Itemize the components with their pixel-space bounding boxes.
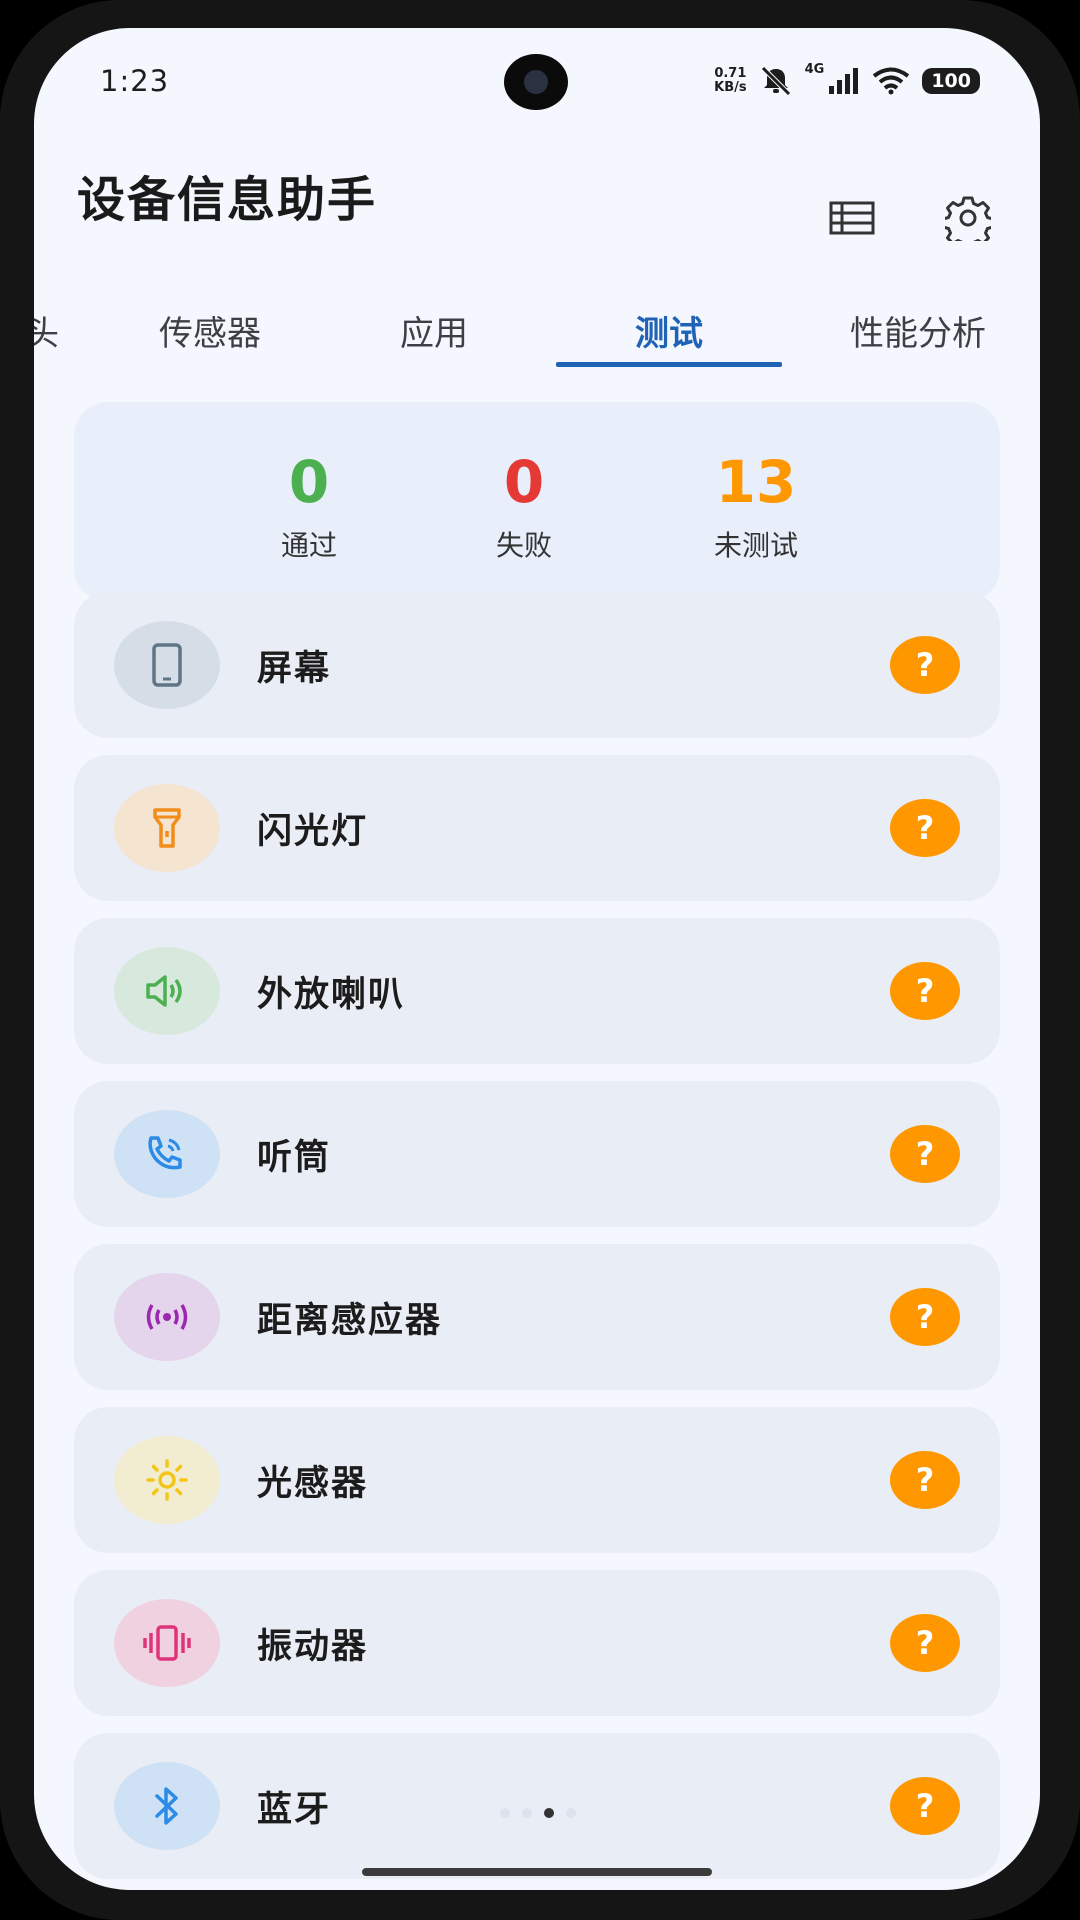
bluetooth-icon bbox=[155, 1787, 178, 1825]
test-label: 屏幕 bbox=[257, 648, 332, 689]
settings-button[interactable] bbox=[938, 188, 998, 248]
status-badge: ? bbox=[890, 799, 960, 857]
page-dot bbox=[522, 1808, 532, 1818]
test-item-vibrator[interactable]: 振动器 ? bbox=[74, 1570, 1000, 1716]
test-icon-circle bbox=[114, 1273, 220, 1361]
passed-count: 0 bbox=[288, 448, 330, 516]
phone-call-icon bbox=[148, 1136, 182, 1170]
status-badge: ? bbox=[890, 1451, 960, 1509]
status-badge: ? bbox=[890, 1614, 960, 1672]
stat-failed: 0 失败 bbox=[424, 452, 624, 564]
phone-icon bbox=[152, 643, 182, 687]
page-dot-active bbox=[544, 1808, 554, 1818]
test-item-flashlight[interactable]: 闪光灯 ? bbox=[74, 755, 1000, 901]
test-icon-circle bbox=[114, 784, 220, 872]
sun-icon bbox=[146, 1459, 188, 1501]
test-item-speaker[interactable]: 外放喇叭 ? bbox=[74, 918, 1000, 1064]
gear-icon bbox=[945, 196, 991, 241]
test-item-earpiece[interactable]: 听筒 ? bbox=[74, 1081, 1000, 1227]
app-title: 设备信息助手 bbox=[77, 172, 378, 228]
vibration-icon bbox=[143, 1625, 191, 1661]
list-icon bbox=[829, 201, 875, 235]
test-icon-circle bbox=[114, 1436, 220, 1524]
tab-indicator bbox=[556, 362, 782, 367]
status-badge: ? bbox=[890, 1288, 960, 1346]
test-icon-circle bbox=[114, 1110, 220, 1198]
home-indicator[interactable] bbox=[362, 1868, 712, 1876]
speaker-icon bbox=[146, 975, 182, 1007]
stat-untested: 13 未测试 bbox=[656, 452, 856, 564]
page-dot bbox=[566, 1808, 576, 1818]
test-item-proximity[interactable]: 距离感应器 ? bbox=[74, 1244, 1000, 1390]
list-view-button[interactable] bbox=[822, 188, 882, 248]
status-icons: 0.71 KB/s 4G 100 bbox=[714, 58, 980, 104]
test-label: 蓝牙 bbox=[257, 1789, 332, 1830]
status-badge: ? bbox=[890, 636, 960, 694]
tab-camera[interactable]: 头 bbox=[34, 300, 72, 360]
test-summary-card: 0 通过 0 失败 13 未测试 bbox=[74, 402, 1000, 602]
battery-indicator: 100 bbox=[922, 68, 980, 94]
untested-count: 13 bbox=[715, 448, 797, 516]
test-label: 距离感应器 bbox=[257, 1300, 443, 1341]
net-speed: 0.71 KB/s bbox=[714, 67, 746, 95]
status-time: 1:23 bbox=[100, 64, 170, 98]
wifi-icon bbox=[872, 67, 910, 95]
failed-label: 失败 bbox=[495, 529, 552, 562]
mute-bell-icon bbox=[759, 66, 793, 96]
net-speed-unit: KB/s bbox=[714, 80, 747, 95]
status-badge: ? bbox=[890, 1777, 960, 1835]
test-icon-circle bbox=[114, 1599, 220, 1687]
test-item-bluetooth[interactable]: 蓝牙 ? bbox=[74, 1733, 1000, 1879]
test-icon-circle bbox=[114, 621, 220, 709]
screen: 1:23 0.71 KB/s 4G 100 设备信息助手 头 传感器 应用 测试… bbox=[34, 28, 1040, 1890]
failed-count: 0 bbox=[503, 448, 545, 516]
tab-sensors[interactable]: 传感器 bbox=[120, 300, 300, 360]
network-type: 4G bbox=[804, 62, 825, 77]
test-label: 听筒 bbox=[257, 1137, 332, 1178]
test-label: 振动器 bbox=[257, 1626, 369, 1667]
tab-apps[interactable]: 应用 bbox=[354, 300, 514, 360]
passed-label: 通过 bbox=[280, 529, 337, 562]
tab-tests[interactable]: 测试 bbox=[556, 300, 782, 360]
front-camera bbox=[504, 54, 568, 110]
tab-bar: 头 传感器 应用 测试 性能分析 bbox=[34, 300, 1040, 370]
test-icon-circle bbox=[114, 947, 220, 1035]
test-label: 外放喇叭 bbox=[257, 974, 406, 1015]
test-label: 闪光灯 bbox=[257, 811, 369, 852]
test-label: 光感器 bbox=[257, 1463, 369, 1504]
test-icon-circle bbox=[114, 1762, 220, 1850]
stat-passed: 0 通过 bbox=[209, 452, 409, 564]
status-badge: ? bbox=[890, 1125, 960, 1183]
test-item-light-sensor[interactable]: 光感器 ? bbox=[74, 1407, 1000, 1553]
untested-label: 未测试 bbox=[713, 529, 798, 562]
test-item-screen[interactable]: 屏幕 ? bbox=[74, 592, 1000, 738]
net-speed-value: 0.71 bbox=[714, 66, 747, 81]
proximity-icon bbox=[146, 1304, 188, 1330]
page-indicator bbox=[500, 1808, 576, 1818]
signal-icon bbox=[828, 67, 860, 95]
tab-performance[interactable]: 性能分析 bbox=[820, 300, 1016, 360]
flashlight-icon bbox=[153, 808, 181, 848]
page-dot bbox=[500, 1808, 510, 1818]
status-badge: ? bbox=[890, 962, 960, 1020]
